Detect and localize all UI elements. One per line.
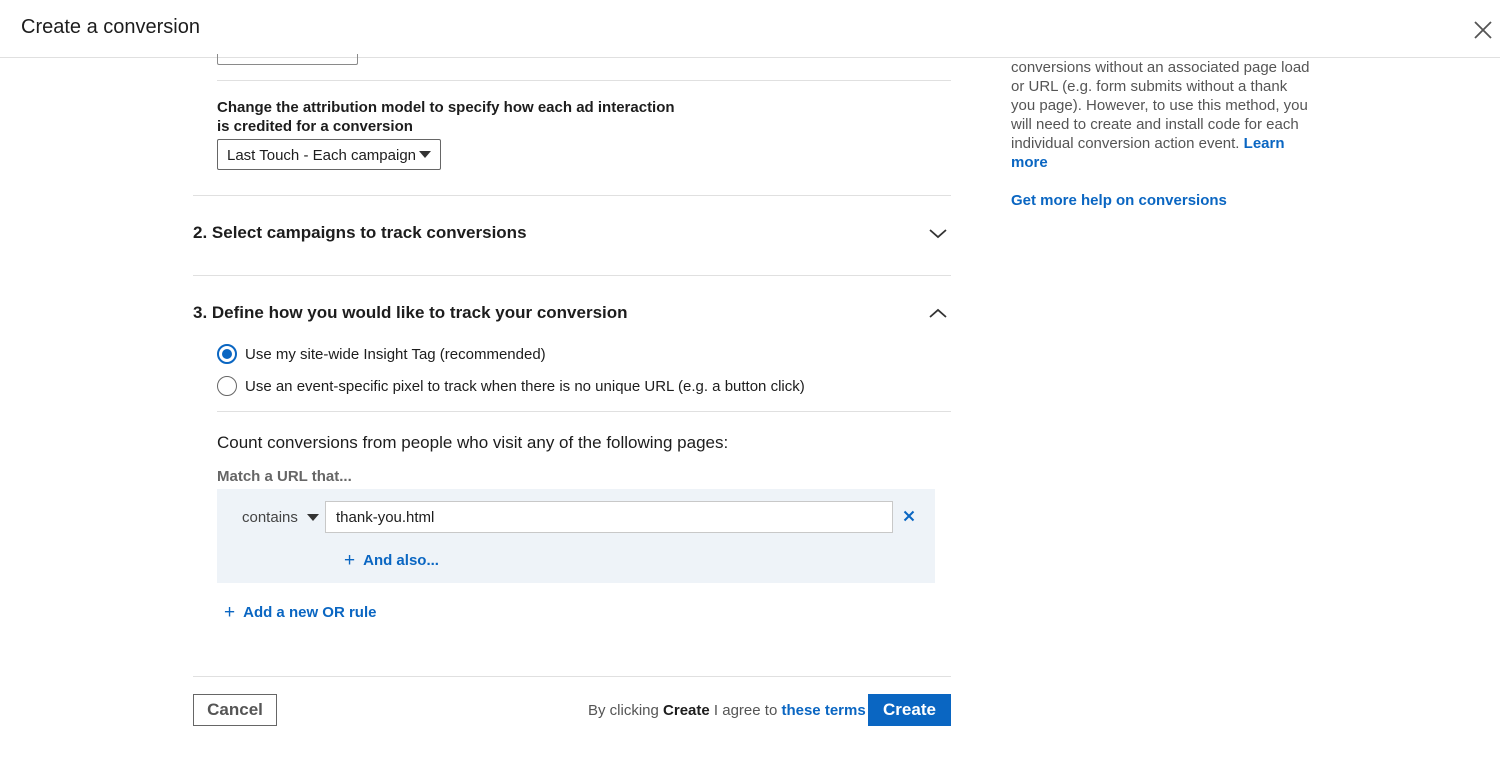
- match-operator-select[interactable]: contains: [242, 509, 298, 526]
- terms-middle: I agree to: [713, 702, 778, 719]
- attribution-model-select[interactable]: Last Touch - Each campaign: [217, 139, 441, 170]
- divider: [217, 411, 951, 412]
- add-or-rule-label: Add a new OR rule: [243, 604, 377, 621]
- radio-label: Use my site-wide Insight Tag (recommende…: [245, 346, 546, 363]
- url-match-input[interactable]: [325, 501, 893, 533]
- help-link[interactable]: Get more help on conversions: [1011, 192, 1227, 209]
- radio-button[interactable]: [217, 376, 237, 396]
- chevron-up-icon[interactable]: [928, 306, 948, 320]
- divider: [193, 676, 951, 677]
- divider: [193, 195, 951, 196]
- section-define-tracking[interactable]: 3. Define how you would like to track yo…: [193, 298, 951, 328]
- x-icon[interactable]: [903, 510, 915, 522]
- section-select-campaigns[interactable]: 2. Select campaigns to track conversions: [193, 218, 951, 248]
- plus-icon: +: [224, 602, 236, 623]
- and-also-button[interactable]: + And also...: [344, 549, 439, 571]
- section-title: 2. Select campaigns to track conversions: [193, 223, 527, 242]
- url-rule-panel: contains + And also...: [217, 489, 935, 583]
- chevron-down-icon[interactable]: [928, 226, 948, 240]
- attribution-model-value: Last Touch - Each campaign: [227, 147, 417, 164]
- divider: [193, 275, 951, 276]
- section-title: 3. Define how you would like to track yo…: [193, 303, 628, 322]
- create-button[interactable]: Create: [868, 694, 951, 726]
- terms-create-word: Create: [663, 702, 710, 719]
- caret-down-icon: [419, 151, 431, 158]
- modal-body: Change the attribution model to specify …: [0, 54, 1500, 757]
- sidebar-help-text: conversions without an associated page l…: [1011, 58, 1311, 172]
- plus-icon: +: [344, 550, 356, 571]
- attribution-model-label: Change the attribution model to specify …: [217, 99, 675, 135]
- modal-title: Create a conversion: [21, 16, 200, 38]
- match-url-label: Match a URL that...: [217, 468, 352, 485]
- radio-button-selected[interactable]: [217, 344, 237, 364]
- add-or-rule-button[interactable]: + Add a new OR rule: [224, 601, 376, 623]
- terms-prefix: By clicking: [588, 702, 659, 719]
- modal-header: Create a conversion: [0, 0, 1500, 58]
- count-conversions-label: Count conversions from people who visit …: [217, 433, 729, 452]
- terms-text: By clicking Create I agree to these term…: [588, 702, 866, 719]
- match-operator-value: contains: [242, 509, 298, 526]
- divider: [217, 80, 951, 81]
- and-also-label: And also...: [363, 552, 439, 569]
- radio-label: Use an event-specific pixel to track whe…: [245, 378, 805, 395]
- terms-link[interactable]: these terms: [781, 702, 865, 719]
- conversion-value-field[interactable]: [217, 54, 358, 65]
- close-icon[interactable]: [1472, 19, 1494, 41]
- caret-down-icon[interactable]: [307, 514, 319, 521]
- cancel-button[interactable]: Cancel: [193, 694, 277, 726]
